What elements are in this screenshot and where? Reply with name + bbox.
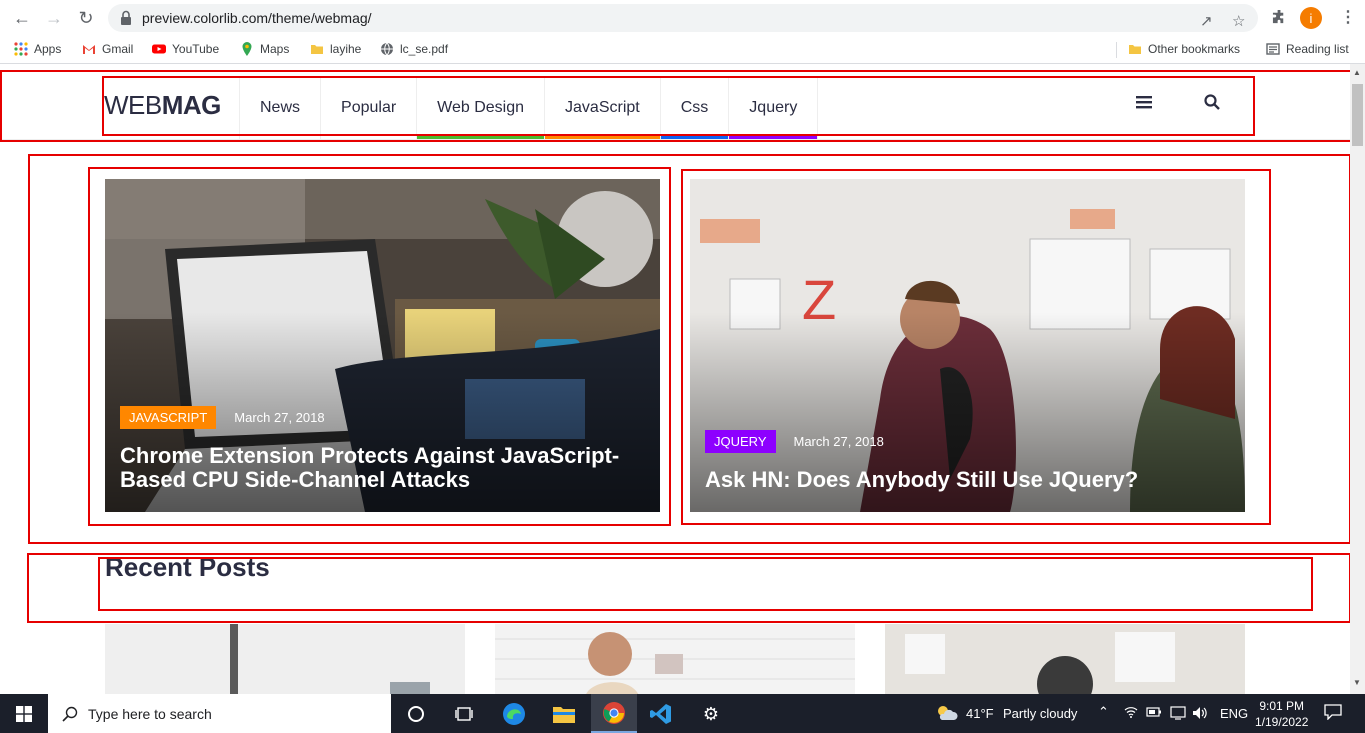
bookmark-label: Maps [260, 42, 290, 56]
forward-arrow-icon[interactable]: → [44, 8, 64, 28]
bookmark-star-icon[interactable]: ☆ [1232, 12, 1245, 30]
folder-icon [1129, 45, 1141, 54]
bookmark-apps[interactable]: Apps [14, 42, 61, 56]
other-bookmarks[interactable]: Other bookmarks [1128, 42, 1240, 56]
weather-temperature[interactable]: 41°F [966, 706, 994, 721]
search-icon [62, 706, 78, 722]
volume-icon[interactable] [1192, 706, 1208, 723]
battery-icon[interactable] [1146, 706, 1162, 721]
reading-list-label: Reading list [1286, 42, 1349, 56]
task-view-icon[interactable] [450, 700, 478, 728]
reading-list-icon [1266, 43, 1280, 55]
url-text: preview.colorlib.com/theme/webmag/ [142, 10, 372, 26]
share-icon[interactable]: ↗ [1200, 12, 1213, 30]
annotation-box-recent-inner [98, 557, 1313, 611]
other-bookmarks-label: Other bookmarks [1148, 42, 1241, 56]
chrome-taskbar-icon[interactable] [591, 694, 637, 733]
scroll-thumb[interactable] [1352, 84, 1363, 146]
bookmark-lc-se-pdf[interactable]: lc_se.pdf [380, 42, 448, 56]
annotation-box-feature-left [88, 167, 671, 526]
bookmark-youtube[interactable]: YouTube [152, 42, 219, 56]
network-icon[interactable] [1170, 706, 1186, 723]
bookmark-label: YouTube [172, 42, 220, 56]
windows-start-icon[interactable] [0, 694, 48, 733]
reading-list[interactable]: Reading list [1266, 42, 1349, 56]
apps-grid-icon [14, 42, 28, 56]
taskbar-search-placeholder: Type here to search [88, 706, 212, 722]
browser-toolbar: ← → ↻ preview.colorlib.com/theme/webmag/… [0, 0, 1365, 36]
recent-post-thumbnail[interactable] [105, 624, 465, 694]
edge-browser-icon[interactable] [500, 700, 528, 728]
taskbar-search-box[interactable]: Type here to search [48, 694, 391, 733]
annotation-box-navbar [102, 76, 1255, 136]
weather-icon[interactable] [934, 703, 958, 726]
windows-taskbar: Type here to search ⚙ 41°F Partly cloudy… [0, 694, 1365, 733]
bookmark-label: Apps [34, 42, 62, 56]
scroll-down-arrow-icon[interactable]: ▼ [1353, 678, 1361, 687]
extensions-icon[interactable] [1272, 9, 1287, 28]
clock-date: 1/19/2022 [1255, 715, 1309, 729]
bookmark-maps[interactable]: Maps [240, 42, 289, 56]
address-bar[interactable]: preview.colorlib.com/theme/webmag/ ↗ ☆ [108, 4, 1258, 32]
recent-post-thumbnail[interactable] [495, 624, 855, 694]
youtube-icon [152, 44, 166, 54]
webpage: WEBMAG News Popular Web Design JavaScrip… [0, 64, 1350, 694]
bookmark-gmail[interactable]: Gmail [82, 42, 133, 56]
bookmark-label: Gmail [102, 42, 134, 56]
notification-icon[interactable] [1324, 704, 1342, 723]
bookmarks-bar: Apps Gmail YouTube Maps layihe lc_se.pdf [0, 36, 1365, 64]
folder-icon [311, 45, 323, 54]
back-arrow-icon[interactable]: ← [12, 8, 32, 28]
file-explorer-icon[interactable] [550, 700, 578, 728]
bookmark-divider [1116, 42, 1117, 58]
menu-kebab-icon[interactable]: ⋮ [1340, 7, 1356, 27]
wifi-icon[interactable] [1124, 706, 1138, 721]
scroll-up-arrow-icon[interactable]: ▲ [1353, 68, 1361, 77]
bookmark-label: layihe [330, 42, 362, 56]
recent-post-thumbnail[interactable] [885, 624, 1245, 694]
system-clock[interactable]: 9:01 PM 1/19/2022 [1255, 698, 1308, 730]
gmail-icon [83, 45, 95, 54]
bookmark-layihe[interactable]: layihe [310, 42, 361, 56]
clock-time: 9:01 PM [1259, 699, 1305, 713]
annotation-box-feature-right [681, 169, 1271, 525]
language-indicator[interactable]: ENG [1220, 706, 1248, 721]
profile-avatar[interactable]: i [1300, 7, 1322, 29]
vscode-icon[interactable] [647, 700, 675, 728]
lock-icon [121, 10, 131, 25]
chevron-up-icon[interactable]: ⌃ [1098, 704, 1109, 720]
cortana-icon[interactable] [402, 700, 430, 728]
page-scrollbar[interactable]: ▲ ▼ [1350, 64, 1365, 694]
maps-icon [242, 42, 252, 56]
weather-description[interactable]: Partly cloudy [1003, 706, 1077, 721]
bookmark-label: lc_se.pdf [400, 42, 449, 56]
settings-gear-icon[interactable]: ⚙ [697, 700, 725, 728]
reload-icon[interactable]: ↻ [76, 8, 96, 28]
globe-icon [381, 42, 393, 56]
